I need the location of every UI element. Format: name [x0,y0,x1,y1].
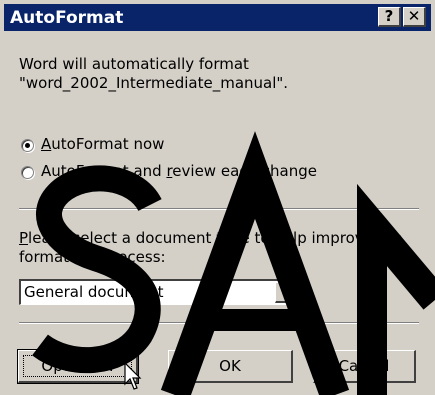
close-button[interactable]: ✕ [403,7,426,27]
separator [19,322,419,324]
title-bar[interactable]: AutoFormat ? ✕ [4,4,431,31]
autoformat-now-label[interactable]: AutoFormat now [41,135,164,154]
message-line-2: "word_2002_Intermediate_manual". [19,74,289,92]
autoformat-dialog: AutoFormat ? ✕ Word will automatically f… [0,0,435,395]
document-type-select[interactable]: General document [19,279,299,305]
options-button[interactable]: Options... [17,349,139,384]
autoformat-review-label[interactable]: AutoFormat and review each change [41,162,317,181]
autoformat-review-radio[interactable] [21,166,34,179]
help-button[interactable]: ? [378,7,401,27]
separator [19,208,419,210]
cancel-button[interactable]: Cancel [313,350,416,383]
autoformat-now-radio[interactable] [21,139,34,152]
message-line-1: Word will automatically format [19,55,249,73]
ok-button[interactable]: OK [168,350,293,383]
chevron-down-icon [281,290,291,295]
radio-selected-dot [25,143,30,148]
window-title: AutoFormat [10,8,124,28]
dropdown-arrow-button[interactable] [275,282,297,303]
doc-type-prompt-line-1: Please select a document type to help im… [19,229,403,247]
doc-type-prompt-line-2: formatting process: [19,248,166,266]
document-type-value: General document [24,283,164,301]
options-button-label: Options... [41,357,114,375]
mouse-pointer-icon [124,362,142,390]
